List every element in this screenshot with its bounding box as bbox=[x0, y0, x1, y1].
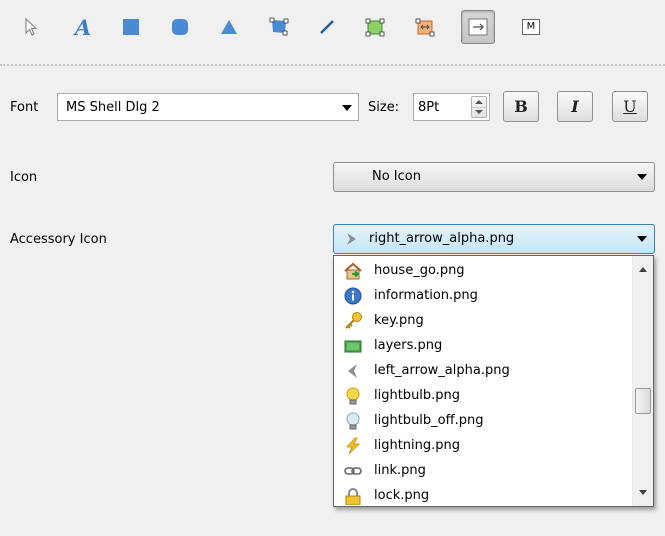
list-item-label: link.png bbox=[374, 463, 426, 478]
spin-up-icon[interactable] bbox=[475, 100, 483, 104]
select-region-button[interactable] bbox=[358, 10, 392, 44]
bold-icon: B bbox=[514, 97, 528, 116]
resize-handles-button[interactable] bbox=[408, 10, 442, 44]
text-tool-icon: A bbox=[74, 14, 92, 40]
polygon-tool-icon bbox=[269, 17, 289, 36]
line-tool-button[interactable] bbox=[310, 10, 344, 44]
font-label: Font bbox=[10, 100, 39, 115]
chevron-down-icon bbox=[342, 105, 352, 111]
accessory-icon-label: Accessory Icon bbox=[10, 232, 107, 247]
font-family-combo[interactable]: MS Shell Dlg 2 bbox=[57, 93, 359, 121]
lightbulb-off-icon bbox=[346, 412, 360, 430]
chevron-down-icon bbox=[637, 174, 647, 180]
pointer-arrow-icon bbox=[25, 17, 38, 36]
spin-buttons[interactable] bbox=[471, 96, 487, 118]
accessory-icon-dropdown[interactable]: house_go.png information.png key.png lay… bbox=[333, 255, 654, 507]
italic-button[interactable]: I bbox=[557, 91, 593, 122]
toolbar-separator bbox=[0, 64, 665, 66]
m-tool-button[interactable]: M bbox=[514, 10, 548, 44]
list-item[interactable]: key.png bbox=[340, 309, 625, 333]
list-item-label: lightbulb_off.png bbox=[374, 413, 484, 428]
bold-button[interactable]: B bbox=[503, 91, 539, 122]
list-item[interactable]: layers.png bbox=[340, 334, 625, 358]
list-item-label: lightbulb.png bbox=[374, 388, 461, 403]
lock-icon bbox=[345, 488, 361, 505]
list-item-label: information.png bbox=[374, 288, 478, 303]
list-item[interactable]: lock.png bbox=[340, 484, 625, 506]
icon-combo[interactable]: No Icon bbox=[333, 162, 655, 192]
scrollbar-thumb[interactable] bbox=[635, 388, 651, 414]
dropdown-scrollbar[interactable] bbox=[632, 256, 653, 506]
information-icon bbox=[344, 287, 362, 305]
layers-icon bbox=[344, 340, 362, 353]
rectangle-tool-button[interactable] bbox=[114, 10, 148, 44]
triangle-tool-button[interactable] bbox=[212, 10, 246, 44]
list-item[interactable]: lightbulb_off.png bbox=[340, 409, 625, 433]
chevron-down-icon bbox=[637, 236, 647, 242]
resize-handles-icon bbox=[415, 18, 435, 37]
font-size-value: 8Pt bbox=[418, 100, 440, 115]
m-tool-icon: M bbox=[522, 19, 540, 35]
triangle-tool-icon bbox=[221, 20, 237, 34]
underline-button[interactable]: U bbox=[612, 91, 648, 122]
rounded-rectangle-tool-button[interactable] bbox=[163, 10, 197, 44]
rectangle-tool-icon bbox=[123, 19, 139, 35]
right-arrow-icon bbox=[347, 233, 356, 245]
list-item-label: lock.png bbox=[374, 488, 430, 503]
list-item-label: key.png bbox=[374, 313, 424, 328]
left-arrow-icon bbox=[348, 364, 357, 378]
line-tool-icon bbox=[320, 20, 334, 34]
fit-width-button[interactable] bbox=[461, 10, 495, 44]
font-size-spinbox[interactable]: 8Pt bbox=[413, 93, 490, 121]
list-item[interactable]: lightbulb.png bbox=[340, 384, 625, 408]
list-item-label: left_arrow_alpha.png bbox=[374, 363, 510, 378]
accessory-icon-value: right_arrow_alpha.png bbox=[369, 231, 515, 246]
size-label: Size: bbox=[368, 100, 400, 115]
list-item[interactable]: house_go.png bbox=[340, 259, 625, 283]
spin-divider bbox=[472, 107, 486, 108]
font-family-value: MS Shell Dlg 2 bbox=[66, 100, 160, 115]
key-icon bbox=[345, 312, 362, 329]
icon-combo-value: No Icon bbox=[372, 169, 421, 184]
list-item[interactable]: information.png bbox=[340, 284, 625, 308]
lightning-icon bbox=[346, 437, 360, 455]
list-item-label: house_go.png bbox=[374, 263, 465, 278]
scroll-down-icon[interactable] bbox=[639, 490, 647, 495]
spin-down-icon[interactable] bbox=[475, 110, 483, 114]
list-item[interactable]: lightning.png bbox=[340, 434, 625, 458]
underline-icon: U bbox=[623, 97, 637, 116]
list-item-label: lightning.png bbox=[374, 438, 461, 453]
icon-label: Icon bbox=[10, 170, 38, 185]
list-item[interactable]: link.png bbox=[340, 459, 625, 483]
select-region-icon bbox=[365, 18, 385, 37]
house-go-icon bbox=[344, 262, 362, 280]
lightbulb-icon bbox=[346, 387, 360, 405]
polygon-tool-button[interactable] bbox=[262, 10, 296, 44]
link-icon bbox=[344, 467, 362, 475]
fit-width-icon bbox=[468, 18, 488, 36]
accessory-icon-combo[interactable]: right_arrow_alpha.png bbox=[333, 224, 655, 254]
list-item-label: layers.png bbox=[374, 338, 443, 353]
rounded-rectangle-tool-icon bbox=[172, 19, 188, 35]
list-item[interactable]: left_arrow_alpha.png bbox=[340, 359, 625, 383]
italic-icon: I bbox=[571, 97, 579, 116]
scroll-up-icon[interactable] bbox=[639, 267, 647, 272]
text-tool-button[interactable]: A bbox=[66, 10, 100, 44]
pointer-tool-button[interactable] bbox=[14, 10, 48, 44]
